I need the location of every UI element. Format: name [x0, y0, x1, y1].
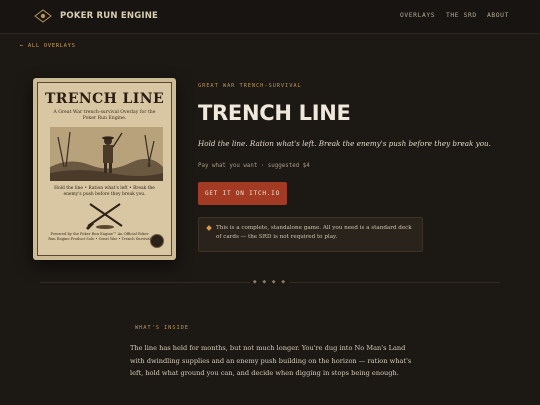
crossed-shovel-rifle-icon: [86, 203, 123, 230]
whats-inside-label: WHAT'S INSIDE: [135, 325, 189, 331]
spade-badge-icon: [150, 234, 164, 248]
game-tagline: Hold the line. Ration what's left. Break…: [198, 139, 491, 148]
cover-hold-text: Hold the line • Ration what's left • Bre…: [54, 186, 155, 197]
nav-overlays-link[interactable]: OVERLAYS: [400, 12, 435, 19]
game-cover-image: TRENCH LINE A Great War trench-survival …: [33, 78, 176, 260]
price-text: Pay what you want · suggested $4: [198, 163, 310, 169]
diamond-icon: [206, 225, 212, 231]
cover-subtitle: A Great War trench-survival Overlay for …: [53, 110, 156, 121]
back-to-overlays-link[interactable]: ← ALL OVERLAYS: [20, 43, 76, 49]
standalone-note-text: This is a complete, standalone game. All…: [216, 225, 412, 240]
cover-frame: TRENCH LINE A Great War trench-survival …: [37, 82, 172, 256]
cover-credit: Powered by the Poker Run Engine™ An Offi…: [48, 232, 151, 241]
whats-inside-body: The line has held for months, but not mu…: [130, 344, 412, 378]
top-bar: POKER RUN ENGINE OVERLAYS THE SRD ABOUT: [0, 0, 540, 34]
nav-about-link[interactable]: ABOUT: [487, 12, 509, 19]
get-on-itch-button[interactable]: GET IT ON ITCH.IO: [198, 182, 287, 205]
divider-ornament: ◆ ◆ ◆ ◆: [250, 278, 290, 287]
brand-logo-icon[interactable]: [34, 9, 52, 23]
soldier-illustration: [50, 127, 163, 181]
brand-name[interactable]: POKER RUN ENGINE: [60, 11, 158, 21]
cover-title: TRENCH LINE: [44, 91, 165, 107]
game-title: TRENCH LINE: [198, 101, 351, 125]
nav-srd-link[interactable]: THE SRD: [446, 12, 477, 19]
game-genre-label: GREAT WAR TRENCH-SURVIVAL: [198, 83, 302, 89]
standalone-note: This is a complete, standalone game. All…: [198, 217, 423, 252]
